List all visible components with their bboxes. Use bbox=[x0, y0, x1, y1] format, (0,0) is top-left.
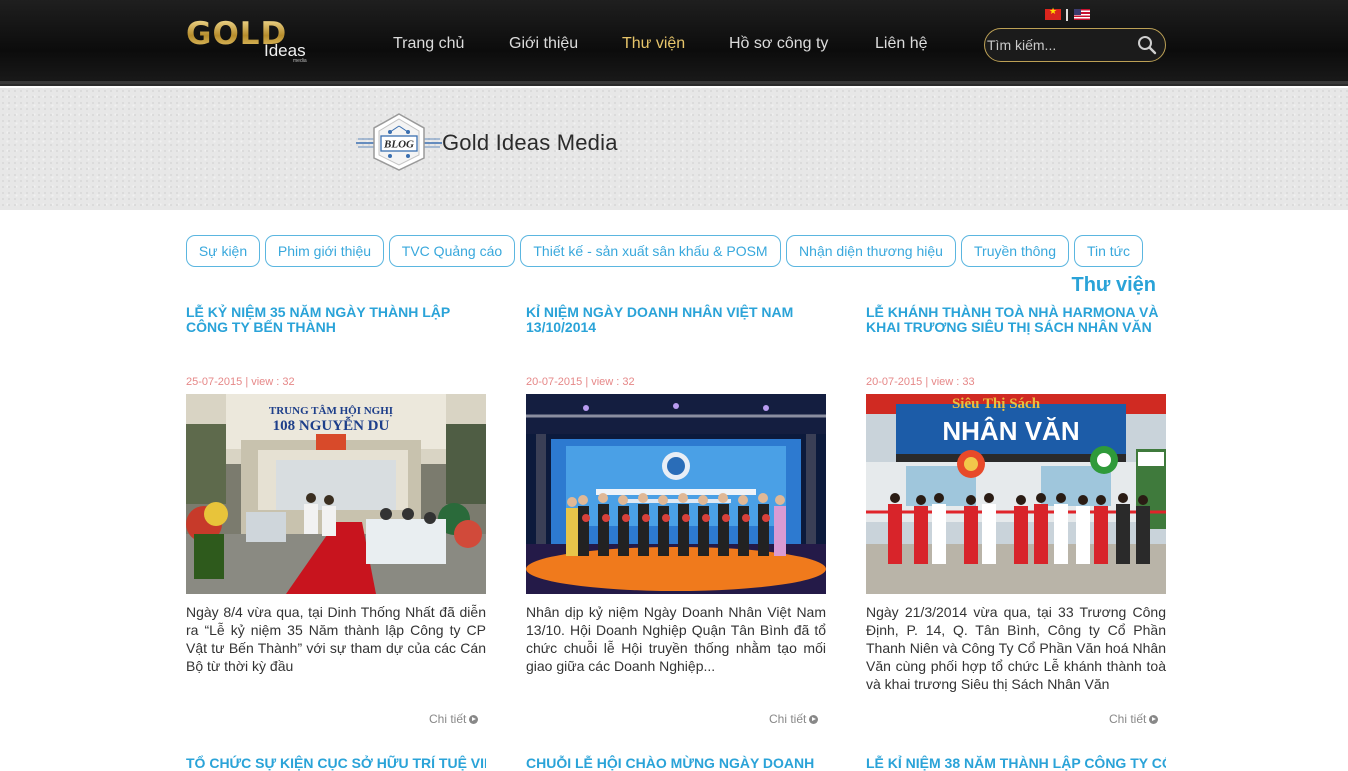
search-box bbox=[984, 28, 1166, 62]
blog-banner: BLOG Gold Ideas Media bbox=[0, 88, 1348, 210]
tab-truyen-thong[interactable]: Truyền thông bbox=[961, 235, 1069, 267]
read-more-link[interactable]: Chi tiết bbox=[1109, 712, 1159, 726]
tab-tvc-quang-cao[interactable]: TVC Quảng cáo bbox=[389, 235, 515, 267]
post-title[interactable]: Chuỗi lễ hội chào mừng ngày doanh bbox=[526, 755, 826, 771]
post-title[interactable]: Lễ khánh thành toà nhà Harmona và khai t… bbox=[866, 305, 1166, 335]
read-more-label: Chi tiết bbox=[1109, 712, 1147, 726]
post-description: Nhân dịp kỷ niệm Ngày Doanh Nhân Việt Na… bbox=[526, 604, 826, 674]
category-tabs: Sự kiện Phim giới thiệu TVC Quảng cáo Th… bbox=[186, 235, 1166, 267]
post-thumbnail-conference-hall[interactable]: TRUNG TÂM HỘI NGHỊ 108 NGUYỄN DU bbox=[186, 394, 486, 594]
flag-divider bbox=[1066, 9, 1068, 21]
post-title[interactable]: Lễ kỷ niệm 35 năm ngày thành lập Công ty… bbox=[186, 305, 486, 335]
post-description: Ngày 8/4 vừa qua, tại Dinh Thống Nhất đã… bbox=[186, 604, 486, 674]
nav-about[interactable]: Giới thiệu bbox=[509, 34, 578, 54]
search-input[interactable] bbox=[987, 33, 1127, 57]
post-description: Ngày 21/3/2014 vừa qua, tại 33 Trương Cô… bbox=[866, 604, 1166, 692]
store-sign-line1: Siêu Thị Sách bbox=[952, 396, 1041, 412]
read-more-link[interactable]: Chi tiết bbox=[769, 712, 819, 726]
post-meta: 25-07-2015 | view : 32 bbox=[186, 376, 295, 388]
banner-title: Gold Ideas Media bbox=[442, 130, 618, 155]
tab-nhan-dien-thuong-hieu[interactable]: Nhận diện thương hiệu bbox=[786, 235, 956, 267]
gold-ideas-logo[interactable]: GOLD Ideas media bbox=[186, 18, 320, 64]
tab-tin-tuc[interactable]: Tin tức bbox=[1074, 235, 1143, 267]
site-header: GOLD Ideas media Trang chủ Giới thiệu Th… bbox=[0, 0, 1348, 86]
blog-badge-label: BLOG bbox=[383, 139, 414, 151]
tab-phim-gioi-thieu[interactable]: Phim giới thiệu bbox=[265, 235, 384, 267]
post-title[interactable]: Tổ chức sự kiện Cục Sở hữu trí tuệ Việt bbox=[186, 755, 486, 771]
sign-line2: 108 NGUYỄN DU bbox=[273, 416, 390, 434]
blog-badge-icon: BLOG bbox=[354, 112, 444, 172]
post-meta: 20-07-2015 | view : 33 bbox=[866, 376, 975, 388]
post-thumbnail-stage-ceremony[interactable] bbox=[526, 394, 826, 594]
search-icon[interactable] bbox=[1136, 34, 1158, 56]
arrow-circle-icon bbox=[809, 715, 819, 724]
nav-company-profile[interactable]: Hồ sơ công ty bbox=[729, 34, 828, 54]
arrow-circle-icon bbox=[469, 715, 479, 724]
nav-library[interactable]: Thư viện bbox=[622, 34, 685, 54]
read-more-link[interactable]: Chi tiết bbox=[429, 712, 479, 726]
post-thumbnail-store-opening[interactable]: Siêu Thị Sách NHÂN VĂN bbox=[866, 394, 1166, 594]
arrow-circle-icon bbox=[1149, 715, 1159, 724]
read-more-label: Chi tiết bbox=[429, 712, 467, 726]
store-sign-line2: NHÂN VĂN bbox=[942, 416, 1079, 446]
nav-contact[interactable]: Liên hệ bbox=[875, 34, 928, 54]
sign-line1: TRUNG TÂM HỘI NGHỊ bbox=[269, 404, 393, 417]
post-meta: 20-07-2015 | view : 32 bbox=[526, 376, 635, 388]
post-title[interactable]: Kỉ niệm Ngày Doanh nhân Việt Nam 13/10/2… bbox=[526, 305, 826, 335]
post-title[interactable]: Lễ kỉ niệm 38 năm thành lập công ty Cổ bbox=[866, 755, 1166, 771]
vn-flag-icon[interactable] bbox=[1045, 6, 1061, 20]
nav-home[interactable]: Trang chủ bbox=[393, 34, 464, 54]
logo-media-text: media bbox=[293, 58, 307, 64]
us-flag-icon[interactable] bbox=[1074, 9, 1090, 20]
tab-su-kien[interactable]: Sự kiện bbox=[186, 235, 260, 267]
tab-thiet-ke-san-xuat[interactable]: Thiết kế - sản xuất sân khấu & POSM bbox=[520, 235, 781, 267]
section-title: Thư viện bbox=[1071, 274, 1157, 296]
read-more-label: Chi tiết bbox=[769, 712, 807, 726]
